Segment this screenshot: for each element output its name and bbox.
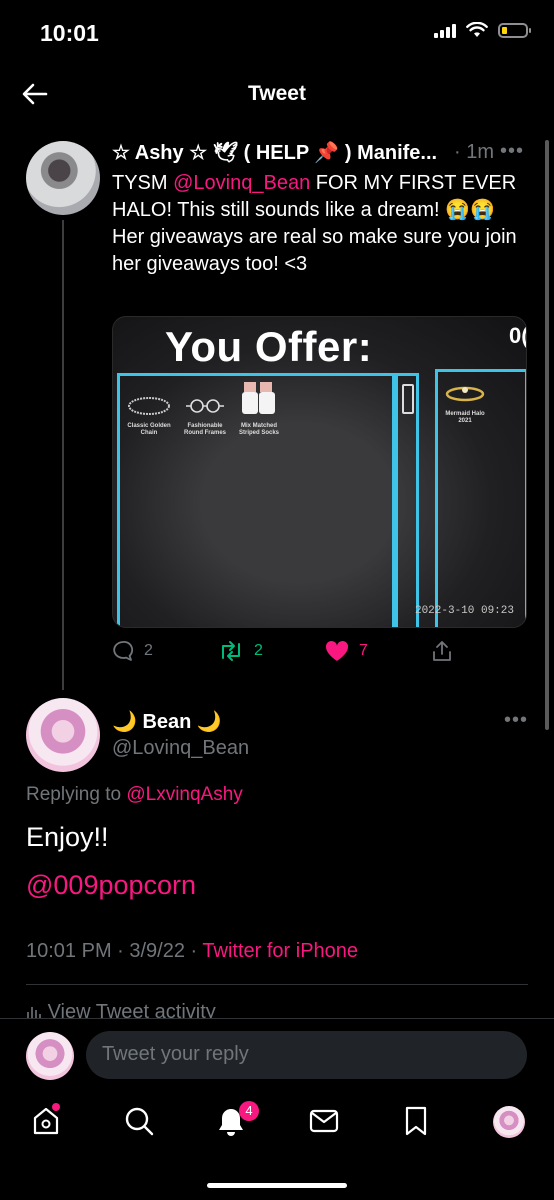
profile-tab-avatar[interactable] bbox=[493, 1106, 525, 1138]
retweet-button[interactable]: 2 bbox=[218, 640, 263, 662]
tweet1-body: TYSM @Lovinq_Bean FOR MY FIRST EVER HALO… bbox=[112, 170, 522, 278]
media-scroll-thumb bbox=[402, 384, 414, 414]
avatar-bean[interactable] bbox=[26, 698, 100, 772]
tweet1-timestamp: · 1m bbox=[454, 141, 494, 163]
media-item-socks: Mix Matched Striped Socks bbox=[234, 382, 284, 437]
media-item-label: Classic Golden Chain bbox=[127, 423, 171, 436]
tweet2-text: Enjoy!! bbox=[26, 822, 109, 852]
wifi-icon bbox=[466, 22, 488, 37]
media-offer-panel: Classic Golden Chain Fashionable Round F… bbox=[117, 373, 395, 627]
reply-avatar[interactable] bbox=[26, 1032, 74, 1080]
tweet2-time: 10:01 PM · 3/9/22 · bbox=[26, 940, 203, 962]
tweet2-meta: 10:01 PM · 3/9/22 · Twitter for iPhone bbox=[26, 940, 358, 963]
media-scroll-panel bbox=[395, 373, 419, 627]
home-unread-dot bbox=[52, 1103, 60, 1111]
media-item-glasses: Fashionable Round Frames bbox=[178, 394, 232, 437]
media-request-panel: Mermaid Halo 2021 bbox=[435, 369, 526, 627]
media-item-label: Mermaid Halo 2021 bbox=[445, 411, 485, 424]
reply-icon bbox=[113, 641, 134, 661]
media-item-label: Mix Matched Striped Socks bbox=[238, 423, 279, 436]
halo-icon bbox=[445, 386, 485, 402]
status-time: 10:01 bbox=[40, 20, 99, 46]
replying-to: Replying to @LxvinqAshy bbox=[26, 784, 243, 806]
media-timestamp: 2022-3-10 09:23 bbox=[414, 605, 514, 617]
scrollbar[interactable] bbox=[545, 140, 549, 730]
socks-icon bbox=[242, 382, 275, 414]
replying-prefix: Replying to bbox=[26, 784, 127, 805]
tweet2-more-icon[interactable]: ••• bbox=[504, 709, 528, 732]
retweet-count: 2 bbox=[254, 642, 263, 659]
divider bbox=[26, 984, 528, 985]
reply-count: 2 bbox=[144, 642, 153, 659]
glasses-icon bbox=[186, 399, 224, 413]
media-item-label: Fashionable Round Frames bbox=[183, 423, 226, 436]
reply-input[interactable]: Tweet your reply bbox=[86, 1031, 527, 1079]
page-title: Tweet bbox=[248, 82, 306, 105]
tweet1-mention[interactable]: @Lovinq_Bean bbox=[173, 172, 310, 194]
thread-line bbox=[62, 220, 64, 690]
media-corner-text: 0( bbox=[509, 323, 527, 348]
tweet1-line2: Her giveaways are real so make sure you … bbox=[112, 226, 517, 275]
tweet2-author-name[interactable]: 🌙 Bean 🌙 bbox=[112, 709, 222, 734]
share-icon[interactable] bbox=[431, 640, 453, 662]
tweet2-source-link[interactable]: Twitter for iPhone bbox=[202, 940, 358, 962]
chain-icon bbox=[128, 397, 170, 415]
activity-icon bbox=[27, 1007, 41, 1019]
search-tab-icon[interactable] bbox=[124, 1106, 154, 1136]
tweet1-author-name[interactable]: ☆ Ashy ☆ 🕊 ( HELP 📌 ) Manife... bbox=[112, 140, 452, 165]
tweet2-author-handle[interactable]: @Lovinq_Bean bbox=[112, 737, 249, 760]
messages-tab-icon[interactable] bbox=[309, 1108, 339, 1134]
home-indicator bbox=[207, 1183, 347, 1188]
media-item-chain: Classic Golden Chain bbox=[126, 394, 172, 437]
retweet-icon bbox=[222, 641, 240, 661]
heart-icon bbox=[325, 640, 349, 661]
media-item-halo: Mermaid Halo 2021 bbox=[442, 382, 488, 425]
tweet1-media-image[interactable]: You Offer: 0( Classic Golden Chain Fashi… bbox=[112, 316, 527, 628]
tweet1-more-icon[interactable]: ••• bbox=[500, 140, 524, 163]
reply-button[interactable]: 2 bbox=[112, 640, 153, 662]
like-button[interactable]: 7 bbox=[325, 640, 368, 662]
battery-icon bbox=[498, 22, 531, 38]
replying-to-link[interactable]: @LxvinqAshy bbox=[126, 784, 242, 805]
signal-icon bbox=[434, 22, 456, 38]
status-icons bbox=[434, 22, 531, 38]
like-count: 7 bbox=[359, 642, 368, 659]
tweet2-mention[interactable]: @009popcorn bbox=[26, 870, 196, 901]
bookmarks-tab-icon[interactable] bbox=[403, 1106, 429, 1136]
avatar-ashy[interactable] bbox=[26, 141, 100, 215]
media-offer-title: You Offer: bbox=[165, 323, 373, 370]
tweet1-text-before: TYSM bbox=[112, 172, 174, 194]
notifications-badge: 4 bbox=[239, 1101, 259, 1121]
